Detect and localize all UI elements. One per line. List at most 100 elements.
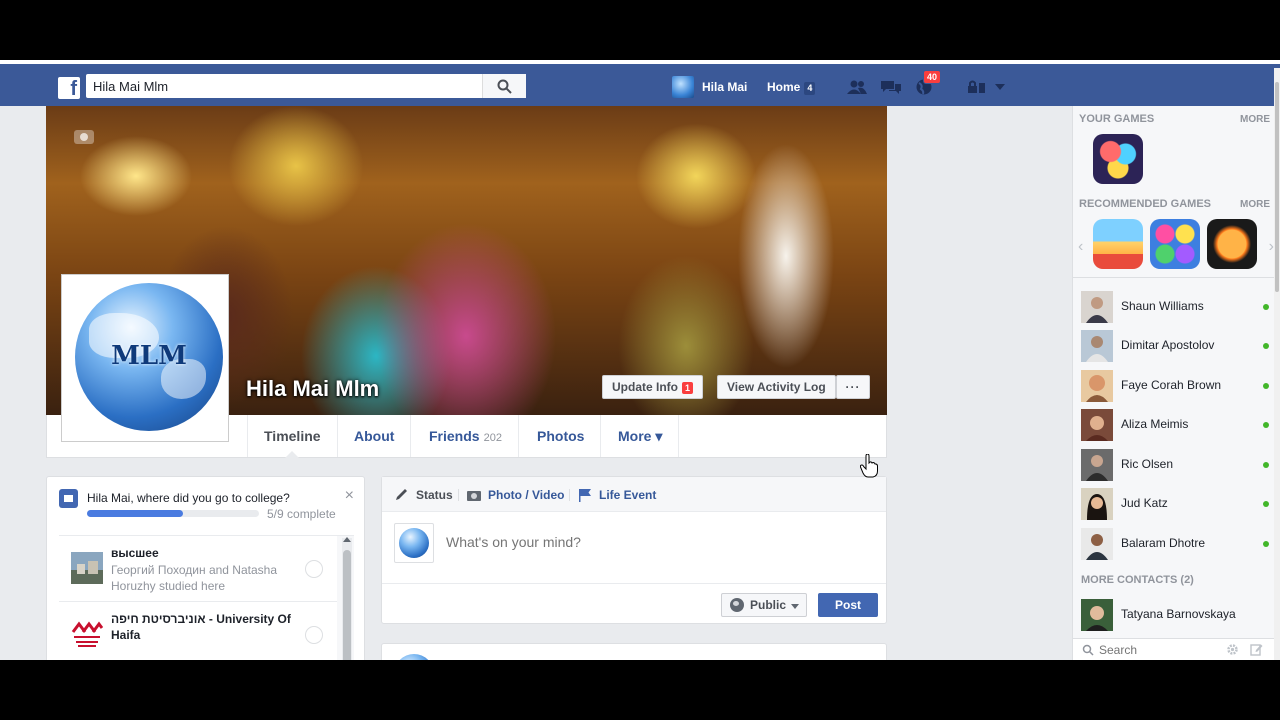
tab-friends[interactable]: Friends 202	[413, 415, 519, 457]
facebook-logo-icon[interactable]: f	[58, 77, 80, 99]
recommended-games-heading: RECOMMENDED GAMES	[1079, 198, 1212, 210]
avatar	[1081, 449, 1113, 481]
friends-count: 202	[483, 432, 502, 444]
hand-pointer-icon	[860, 454, 878, 478]
more-options-button[interactable]: ···	[836, 375, 870, 399]
active-tab-indicator	[285, 451, 299, 458]
avatar	[1081, 528, 1113, 560]
messages-icon[interactable]	[880, 79, 902, 95]
school-icon	[59, 489, 78, 508]
tab-about[interactable]: About	[338, 415, 412, 457]
composer-tab-label: Status	[416, 488, 453, 502]
profile-picture[interactable]: MLM	[61, 274, 229, 442]
post-composer: Status Photo / Video Life Event Publi	[381, 476, 887, 624]
avatar	[1081, 599, 1113, 631]
chat-search-input[interactable]	[1099, 642, 1219, 658]
globe-logo-icon: MLM	[75, 283, 223, 431]
scroll-up-arrow-icon[interactable]	[343, 537, 351, 542]
page-scrollbar[interactable]	[1274, 68, 1280, 660]
camera-icon[interactable]	[74, 130, 94, 144]
tab-label: Friends	[429, 428, 480, 444]
scrollbar-thumb[interactable]	[1275, 82, 1279, 292]
camera-icon	[467, 491, 481, 501]
more-contacts-heading: MORE CONTACTS (2)	[1081, 574, 1194, 586]
gear-icon[interactable]	[1226, 643, 1239, 656]
search-input[interactable]	[86, 74, 482, 98]
chat-contact[interactable]: Dimitar Apostolov	[1073, 328, 1280, 364]
list-item[interactable]: אוניברסיטת חיפה - University Of Haifa	[59, 602, 337, 660]
status-input[interactable]	[446, 527, 866, 557]
contact-name: Aliza Meimis	[1121, 417, 1189, 431]
update-info-button[interactable]: Update Info 1	[602, 375, 704, 399]
college-question: Hila Mai, where did you go to college?	[87, 491, 290, 505]
tab-more[interactable]: More ▾	[602, 415, 680, 457]
chat-contact[interactable]: Faye Corah Brown	[1073, 368, 1280, 404]
game-tile-icon[interactable]	[1150, 219, 1200, 269]
chevron-left-icon[interactable]: ‹	[1078, 238, 1083, 256]
profile-link[interactable]: Hila Mai	[672, 75, 747, 99]
online-status-icon	[1263, 304, 1269, 310]
college-prompt-card: Hila Mai, where did you go to college? ×…	[46, 476, 365, 660]
select-radio[interactable]	[305, 560, 323, 578]
search-box	[86, 74, 526, 98]
top-navigation-bar: f Hila Mai Home4 40	[0, 60, 1280, 106]
globe-icon	[730, 598, 744, 612]
privacy-selector[interactable]: Public	[721, 593, 808, 617]
chat-contact[interactable]: Ric Olsen	[1073, 447, 1280, 483]
pencil-icon	[396, 489, 407, 500]
scrollbar[interactable]	[342, 537, 352, 660]
chat-contact[interactable]: Aliza Meimis	[1073, 407, 1280, 443]
recommended-games-more-link[interactable]: MORE	[1240, 199, 1270, 210]
friend-requests-icon[interactable]	[846, 79, 868, 95]
chevron-down-icon[interactable]	[992, 79, 1014, 95]
school-suggestion-list: высшее Георгий Походин and Natasha Horuz…	[59, 535, 354, 660]
your-games-more-link[interactable]: MORE	[1240, 114, 1270, 125]
chat-contact[interactable]: Balaram Dhotre	[1073, 526, 1280, 562]
avatar	[1081, 291, 1113, 323]
contact-name: Jud Katz	[1121, 496, 1168, 510]
feed-story-card	[381, 643, 887, 660]
scrollbar-thumb[interactable]	[343, 550, 351, 660]
composer-tab-photo-video[interactable]: Photo / Video	[466, 488, 564, 502]
game-tile-icon[interactable]	[1093, 219, 1143, 269]
divider	[458, 489, 459, 501]
chat-contact[interactable]: Shaun Williams	[1073, 289, 1280, 325]
update-info-count-badge: 1	[682, 382, 694, 394]
home-link[interactable]: Home 4	[767, 75, 816, 99]
select-radio[interactable]	[305, 626, 323, 644]
compose-icon[interactable]	[1250, 643, 1263, 656]
composer-tabs: Status Photo / Video Life Event	[382, 477, 886, 512]
university-logo-icon	[71, 618, 103, 650]
composer-tab-status[interactable]: Status	[394, 488, 453, 502]
post-button[interactable]: Post	[818, 593, 878, 617]
search-button[interactable]	[482, 74, 526, 98]
view-activity-log-button[interactable]: View Activity Log	[717, 375, 836, 399]
list-item[interactable]: высшее Георгий Походин and Natasha Horuz…	[59, 536, 337, 602]
school-photo	[71, 552, 103, 584]
avatar	[394, 523, 434, 563]
contact-name: Dimitar Apostolov	[1121, 338, 1215, 352]
online-status-icon	[1263, 541, 1269, 547]
right-sidebar: YOUR GAMES MORE RECOMMENDED GAMES MORE ‹…	[1072, 106, 1280, 660]
update-info-label: Update Info	[612, 380, 678, 394]
tab-photos[interactable]: Photos	[521, 415, 602, 457]
search-icon	[1082, 644, 1094, 656]
chat-contact[interactable]: Jud Katz	[1073, 486, 1280, 522]
game-tile-icon[interactable]	[1207, 219, 1257, 269]
progress-text: 5/9 complete	[267, 507, 336, 521]
tab-label: About	[354, 428, 395, 444]
contact-name: Ric Olsen	[1121, 457, 1174, 471]
home-count-badge: 4	[804, 82, 816, 95]
profile-name[interactable]: Hila Mai Mlm	[246, 376, 379, 402]
close-icon[interactable]: ×	[345, 487, 354, 505]
search-icon	[497, 79, 512, 94]
privacy-shortcuts-icon[interactable]	[967, 79, 989, 95]
chat-search-bar	[1073, 638, 1280, 660]
composer-tab-life-event[interactable]: Life Event	[577, 488, 656, 502]
game-tile-icon[interactable]	[1093, 134, 1143, 184]
chat-contact[interactable]: Tatyana Barnovskaya	[1073, 597, 1280, 633]
school-subtitle: Георгий Походин and Natasha Horuzhy stud…	[111, 563, 277, 593]
avatar	[1081, 330, 1113, 362]
flag-icon	[579, 489, 591, 502]
online-status-icon	[1263, 383, 1269, 389]
